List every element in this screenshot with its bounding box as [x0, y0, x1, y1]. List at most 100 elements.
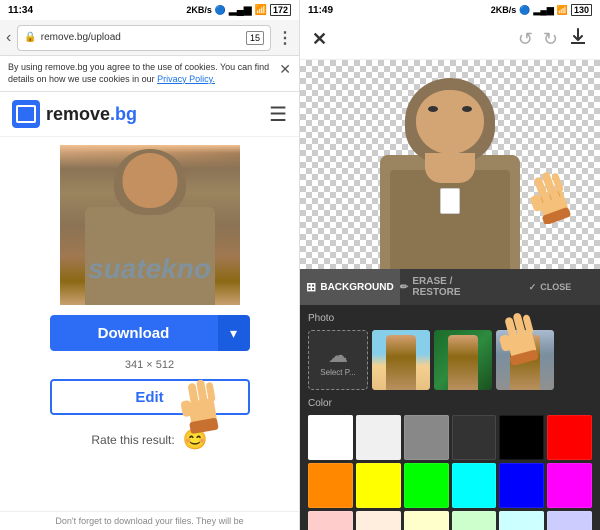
time-right: 11:49: [308, 5, 333, 16]
color-swatch-8[interactable]: [404, 463, 449, 508]
select-photo-label: Select P...: [320, 368, 355, 377]
cookie-close-button[interactable]: ✕: [279, 62, 291, 76]
right-toolbar: ✕ ↺ ↻: [300, 20, 600, 60]
cutout-person: [370, 70, 530, 269]
color-swatch-15[interactable]: [452, 511, 497, 530]
rating-area: Rate this result: 😊: [91, 423, 207, 456]
checkered-background: [300, 60, 600, 269]
color-swatch-12[interactable]: [308, 511, 353, 530]
color-grid: [308, 415, 592, 530]
check-icon: ✓: [529, 282, 537, 293]
color-swatch-7[interactable]: [356, 463, 401, 508]
tab-background-label: BACKGROUND: [320, 282, 393, 293]
neck-r: [425, 153, 475, 183]
color-swatch-2[interactable]: [404, 415, 449, 460]
color-swatch-0[interactable]: [308, 415, 353, 460]
face: [122, 153, 177, 208]
toolbar-right: ↺ ↻: [518, 27, 588, 52]
photo-thumbnails: ☁ Select P...: [308, 330, 592, 390]
undo-button[interactable]: ↺: [518, 29, 533, 50]
torso: [85, 207, 215, 305]
toolbar-left: ✕: [312, 29, 327, 50]
cookie-banner: By using remove.bg you agree to the use …: [0, 56, 299, 92]
privacy-policy-link[interactable]: Privacy Policy.: [157, 74, 215, 84]
signal-icon-r: ▂▄▆: [534, 5, 554, 16]
cookie-text: By using remove.bg you agree to the use …: [8, 62, 273, 85]
main-preview-area: [300, 60, 600, 269]
url-text: remove.bg/upload: [41, 32, 242, 43]
thumb-3-person: [510, 335, 540, 390]
color-section: Color: [308, 398, 592, 530]
color-swatch-14[interactable]: [404, 511, 449, 530]
photo-thumb-3[interactable]: [496, 330, 554, 390]
site-header: remove.bg ☰: [0, 92, 299, 137]
battery-icon: 172: [270, 4, 291, 16]
color-swatch-10[interactable]: [499, 463, 544, 508]
person-image: suatekno: [60, 145, 240, 305]
color-swatch-3[interactable]: [452, 415, 497, 460]
tab-background[interactable]: ⊞ BACKGROUND: [300, 269, 400, 305]
wifi-icon-r: 📶: [557, 5, 568, 16]
tab-close[interactable]: ✓ CLOSE: [500, 269, 600, 305]
url-bar[interactable]: 🔒 remove.bg/upload 15: [17, 25, 271, 51]
tab-count: 15: [246, 31, 264, 45]
right-panel: 11:49 2KB/s 🔵 ▂▄▆ 📶 130 ✕ ↺ ↻: [300, 0, 600, 530]
color-swatch-16[interactable]: [499, 511, 544, 530]
browser-menu-button[interactable]: ⋮: [277, 28, 293, 48]
layers-icon: ⊞: [306, 280, 316, 294]
upload-icon: ☁: [328, 343, 348, 368]
image-size: 341 × 512: [125, 359, 174, 371]
person-preview: [370, 70, 530, 269]
browser-bar: ‹ 🔒 remove.bg/upload 15 ⋮: [0, 20, 299, 56]
download-icon-button[interactable]: [568, 27, 588, 52]
lock-icon: 🔒: [24, 32, 36, 43]
photo-thumb-2[interactable]: [434, 330, 492, 390]
close-button[interactable]: ✕: [312, 29, 327, 50]
thumb-2-person: [448, 335, 478, 390]
download-area: Download ▾ 341 × 512 Edit Rate this resu…: [0, 305, 299, 466]
brush-icon: ✏: [400, 282, 408, 293]
tab-close-label: CLOSE: [540, 282, 571, 292]
logo-text: remove.bg: [46, 104, 137, 125]
select-photo-button[interactable]: ☁ Select P...: [308, 330, 368, 390]
photo-label: Photo: [308, 313, 592, 324]
bluetooth-icon: 🔵: [215, 5, 226, 16]
download-button[interactable]: Download: [50, 315, 218, 351]
rating-emoji[interactable]: 😊: [183, 427, 208, 452]
color-swatch-5[interactable]: [547, 415, 592, 460]
data-speed-left: 2KB/s: [186, 5, 212, 15]
eye-left: [428, 106, 438, 112]
edit-button[interactable]: Edit: [50, 379, 250, 415]
bottom-text: Don't forget to download your files. The…: [0, 511, 299, 530]
logo: remove.bg: [12, 100, 137, 128]
status-bar-right: 11:49 2KB/s 🔵 ▂▄▆ 📶 130: [300, 0, 600, 20]
color-swatch-1[interactable]: [356, 415, 401, 460]
eye-right: [462, 106, 472, 112]
color-swatch-6[interactable]: [308, 463, 353, 508]
background-panel: Photo ☁ Select P...: [300, 305, 600, 530]
logo-icon: [12, 100, 40, 128]
redo-button[interactable]: ↻: [543, 29, 558, 50]
color-swatch-9[interactable]: [452, 463, 497, 508]
signal-icon: ▂▄▆: [229, 5, 251, 16]
battery-icon-r: 130: [571, 4, 592, 16]
thumb-2-bg: [434, 330, 492, 390]
thumb-3-bg: [496, 330, 554, 390]
status-bar-left: 11:34 2KB/s 🔵 ▂▄▆ 📶 172: [0, 0, 299, 20]
color-swatch-17[interactable]: [547, 511, 592, 530]
data-speed-right: 2KB/s: [491, 5, 517, 15]
back-button[interactable]: ‹: [6, 29, 11, 47]
photo-thumb-1[interactable]: [372, 330, 430, 390]
color-swatch-13[interactable]: [356, 511, 401, 530]
color-swatch-11[interactable]: [547, 463, 592, 508]
status-icons-right: 2KB/s 🔵 ▂▄▆ 📶 130: [491, 4, 592, 16]
preview-image: suatekno: [60, 145, 240, 305]
tab-erase-restore[interactable]: ✏ ERASE / RESTORE: [400, 269, 500, 305]
time-left: 11:34: [8, 5, 33, 16]
status-icons-left: 2KB/s 🔵 ▂▄▆ 📶 172: [186, 4, 291, 16]
hamburger-menu[interactable]: ☰: [269, 102, 287, 127]
id-badge: [440, 188, 460, 214]
color-swatch-4[interactable]: [499, 415, 544, 460]
download-dropdown-button[interactable]: ▾: [218, 315, 250, 351]
left-panel: 11:34 2KB/s 🔵 ▂▄▆ 📶 172 ‹ 🔒 remove.bg/up…: [0, 0, 300, 530]
